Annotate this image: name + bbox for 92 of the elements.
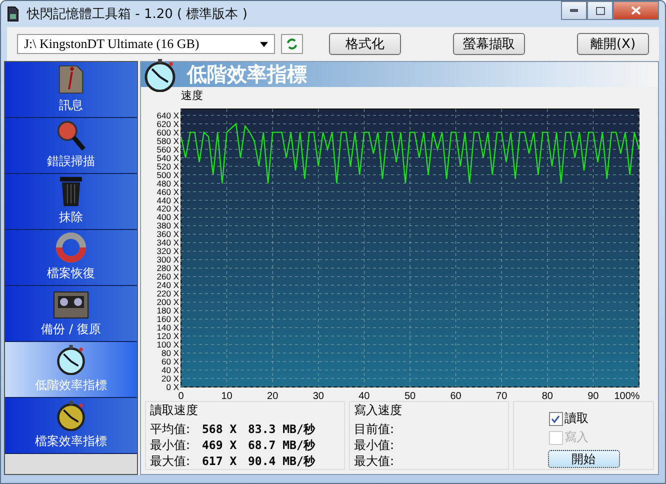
device-dropdown[interactable]: J:\ KingstonDT Ultimate (16 GB): [17, 34, 275, 54]
window-title: 快閃記憶體工具箱 - 1.20 ( 標準版本 ): [27, 6, 248, 24]
stat-value: 90.4 MB/秒: [248, 453, 316, 469]
group-title: 讀取速度: [150, 402, 199, 419]
trash-can-icon: [58, 176, 84, 207]
maximize-icon: [596, 6, 604, 14]
axis-label: 260 X: [156, 272, 179, 282]
axis-label: 120 X: [156, 331, 179, 342]
panel-title: 低階效率指標: [187, 61, 307, 88]
maximize-button[interactable]: [587, 1, 613, 20]
stopwatch-icon: [54, 400, 88, 431]
stat-label: 最大值:: [150, 453, 192, 469]
stat-value: 617 X: [202, 453, 238, 469]
axis-label: 500 X: [156, 170, 179, 180]
axis-label: 40 X: [162, 365, 179, 376]
toolbar-button[interactable]: 螢幕擷取: [453, 33, 525, 56]
axis-title: 速度: [181, 88, 203, 103]
axis-label: 60: [450, 391, 462, 401]
refresh-icon: [286, 37, 298, 52]
axis-label: 360 X: [156, 229, 179, 240]
lifebuoy-icon: [54, 232, 88, 263]
axis-label: 160 X: [156, 314, 179, 324]
sidebar-item[interactable]: 檔案效率指標: [5, 398, 137, 454]
refresh-button[interactable]: [281, 34, 303, 54]
stat-value: 68.7 MB/秒: [248, 437, 316, 453]
stat-label: 平均值:: [150, 421, 192, 437]
axis-label: 70: [496, 391, 508, 401]
axis-label: 20: [267, 391, 278, 401]
stat-value: 469 X: [202, 437, 238, 453]
sidebar-item[interactable]: 備份 / 復原: [5, 286, 137, 342]
axis-label: 280 X: [156, 263, 179, 274]
sidebar-item[interactable]: 抹除: [5, 174, 137, 230]
checkmark-icon: [551, 414, 560, 422]
axis-label: 50: [404, 391, 416, 401]
axis-label: 80 X: [162, 348, 179, 358]
axis-label: 40: [358, 391, 370, 401]
axis-label: 580 X: [156, 136, 179, 146]
axis-label: 400 X: [156, 212, 179, 222]
axis-label: 200 X: [156, 297, 179, 308]
sidebar-item[interactable]: 訊息: [5, 62, 137, 118]
toolbar-button[interactable]: 格式化: [329, 33, 401, 56]
axis-label: 460 X: [156, 186, 179, 197]
axis-label: 600 X: [156, 127, 179, 138]
axis-label: 100%: [614, 391, 640, 401]
start-button[interactable]: 開始: [548, 450, 620, 468]
axis-label: 300 X: [156, 254, 179, 265]
cassette-icon: [53, 291, 89, 319]
axis-label: 520 X: [156, 161, 179, 172]
checkbox[interactable]: 讀取: [548, 410, 618, 427]
stat-label: 目前值:: [354, 421, 396, 437]
axis-label: 640 X: [156, 110, 179, 120]
sidebar-item[interactable]: 檔案恢復: [5, 230, 137, 286]
stat-value: 568 X: [202, 421, 238, 437]
axis-label: 180 X: [156, 306, 179, 316]
axis-label: 440 X: [156, 195, 179, 206]
axis-label: 380 X: [156, 220, 179, 231]
minimize-icon: [570, 9, 578, 12]
axis-label: 60 X: [162, 356, 179, 367]
axis-label: 320 X: [156, 246, 179, 256]
axis-label: 20 X: [162, 374, 179, 384]
stat-label: 最小值:: [150, 437, 192, 453]
magnifier-icon: [55, 120, 87, 151]
toolbar-button[interactable]: 離開(X): [577, 33, 649, 56]
close-icon: [631, 6, 641, 15]
axis-label: 30: [312, 391, 324, 401]
info-icon: [57, 64, 85, 95]
axis-label: 80: [542, 391, 553, 401]
stopwatch-icon: [143, 58, 177, 92]
axis-label: 420 X: [156, 204, 179, 214]
axis-label: 0: [178, 391, 184, 401]
axis-label: 220 X: [156, 288, 179, 299]
axis-label: 560 X: [156, 144, 179, 154]
axis-label: 240 X: [156, 280, 179, 290]
axis-label: 100 X: [156, 340, 179, 350]
axis-label: 140 X: [156, 322, 179, 333]
axis-label: 620 X: [156, 118, 179, 129]
memory-card-icon: [7, 6, 19, 22]
stat-value: 83.3 MB/秒: [248, 421, 316, 437]
axis-label: 540 X: [156, 152, 179, 163]
sidebar-item[interactable]: 錯誤掃描: [5, 118, 137, 174]
stat-label: 最大值:: [354, 453, 396, 469]
minimize-button[interactable]: [561, 1, 587, 20]
axis-label: 90: [588, 391, 599, 401]
group-title: 寫入速度: [354, 402, 403, 419]
axis-label: 10: [221, 391, 232, 401]
close-button[interactable]: [613, 1, 659, 20]
stopwatch-icon: [54, 344, 88, 375]
axis-label: 340 X: [156, 238, 179, 248]
stat-label: 最小值:: [354, 437, 396, 453]
caret-icon: [260, 42, 268, 47]
axis-label: 0 X: [166, 382, 179, 392]
axis-label: 480 X: [156, 178, 179, 188]
